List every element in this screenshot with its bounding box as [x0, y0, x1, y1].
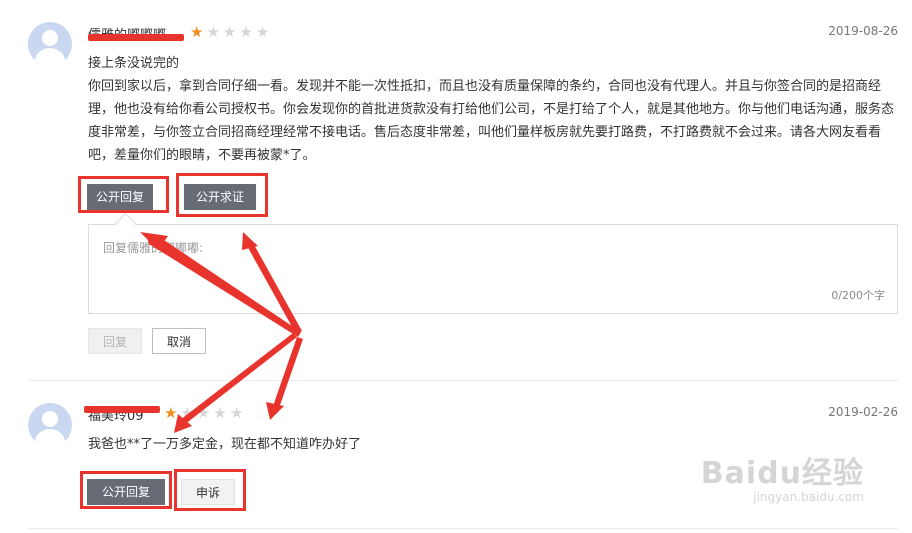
star-icon-empty: ★ [196, 404, 214, 422]
public-reply-button[interactable]: 公开回复 [87, 184, 153, 210]
avatar-body-shape [35, 48, 65, 66]
star-icon-empty: ★ [213, 404, 230, 422]
avatar[interactable] [28, 22, 72, 66]
appeal-button[interactable]: 申诉 [181, 479, 235, 505]
review-item: 福美玲09 ★★★★★ 2019-02-26 我爸也**了一万多定金，现在都不知… [0, 381, 912, 531]
avatar-head-shape [42, 30, 58, 46]
redaction-mark [84, 406, 160, 413]
avatar-head-shape [42, 411, 58, 427]
star-icon-empty: ★ [180, 404, 197, 422]
reply-input[interactable] [89, 225, 897, 313]
star-icon-filled: ★ [190, 23, 207, 41]
star-icon-filled: ★ [164, 404, 181, 422]
avatar[interactable] [28, 403, 72, 447]
review-item: 儒雅的嘟嘟嘟 ★★★★★ 2019-08-26 接上条没说完的 你回到家以后，拿… [0, 0, 912, 380]
star-icon-empty: ★ [229, 404, 247, 422]
star-icon-empty: ★ [206, 23, 223, 41]
divider [28, 528, 898, 529]
rating-stars: ★★★★★ [164, 405, 246, 421]
reply-submit-button[interactable]: 回复 [88, 328, 142, 354]
redaction-mark [88, 34, 184, 41]
rating-stars: ★★★★★ [190, 24, 272, 40]
reply-textarea-container: 0/200个字 [88, 224, 898, 314]
star-icon-empty: ★ [255, 23, 273, 41]
star-icon-empty: ★ [239, 23, 256, 41]
review-text-body: 我爸也**了一万多定金，现在都不知道咋办好了 [88, 437, 362, 452]
public-verify-button[interactable]: 公开求证 [184, 184, 256, 210]
reply-cancel-button[interactable]: 取消 [152, 328, 206, 354]
review-text-intro: 接上条没说完的 [88, 56, 180, 71]
review-text-body: 你回到家以后，拿到合同仔细一看。发现并不能一次性抵扣，而且也没有质量保障的条约，… [88, 79, 895, 163]
public-reply-button[interactable]: 公开回复 [87, 479, 165, 505]
star-icon-empty: ★ [222, 23, 240, 41]
review-date: 2019-02-26 [828, 405, 898, 419]
avatar-body-shape [35, 429, 65, 447]
review-date: 2019-08-26 [828, 24, 898, 38]
char-counter: 0/200个字 [831, 289, 885, 302]
